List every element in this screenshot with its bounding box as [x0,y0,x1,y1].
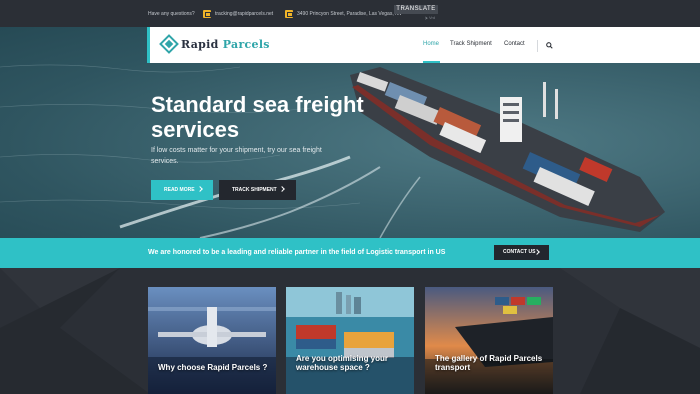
card-title: Why choose Rapid Parcels ? [158,363,268,372]
contact-email[interactable]: tracking@rapidparcels.net [215,11,273,17]
card-gallery[interactable]: The gallery of Rapid Parcels transport [425,287,553,394]
contact-us-label: CONTACT US [503,249,536,255]
nav-active-indicator [423,61,440,63]
logo-word-1: Rapid [181,38,219,51]
track-shipment-label: TRACK SHIPMENT [232,187,277,193]
read-more-label: READ MORE [164,187,195,193]
hero-subtitle: If low costs matter for your shipment, t… [151,147,322,165]
email-icon [203,10,211,18]
card-title: Are you optimising your warehouse space … [296,354,389,372]
card-title: The gallery of Rapid Parcels transport [435,354,543,372]
card-image-port [286,287,414,394]
card-why-choose[interactable]: Why choose Rapid Parcels ? [148,287,276,394]
nav-divider [537,40,538,52]
partner-banner: We are honored to be a leading and relia… [0,238,700,268]
main-navbar: Rapid Parcels Home Track Shipment Contac… [147,27,700,63]
search-icon[interactable] [546,42,553,49]
card-image-airplane [148,287,276,394]
contact-us-button[interactable]: CONTACT US [494,245,549,260]
logo-word-2: Parcels [222,38,270,51]
hero-title: Standard sea freight services [151,92,364,142]
read-more-button[interactable]: READ MORE [151,180,213,200]
card-image-sunset-ship [425,287,553,394]
translate-button[interactable]: TRANSLATE [394,5,438,14]
contact-question: Have any questions? [148,11,195,17]
logo-diamond-icon [159,34,179,54]
nav-contact[interactable]: Contact [504,41,525,47]
map-pin-icon [285,10,293,18]
nav-home[interactable]: Home [423,41,439,47]
translate-sub: ⮞ Vrd [425,15,436,20]
track-shipment-button[interactable]: TRACK SHIPMENT [219,180,296,200]
banner-text: We are honored to be a leading and relia… [148,249,446,256]
contact-address: 3490 Princyon Street, Paradise, Las Vega… [297,11,403,17]
nav-track-shipment[interactable]: Track Shipment [450,41,492,47]
top-bar: Have any questions? tracking@rapidparcel… [0,0,700,27]
chevron-right-icon [279,186,285,192]
chevron-right-icon [197,186,203,192]
card-warehouse[interactable]: Are you optimising your warehouse space … [286,287,414,394]
site-logo[interactable]: Rapid Parcels [181,38,270,51]
